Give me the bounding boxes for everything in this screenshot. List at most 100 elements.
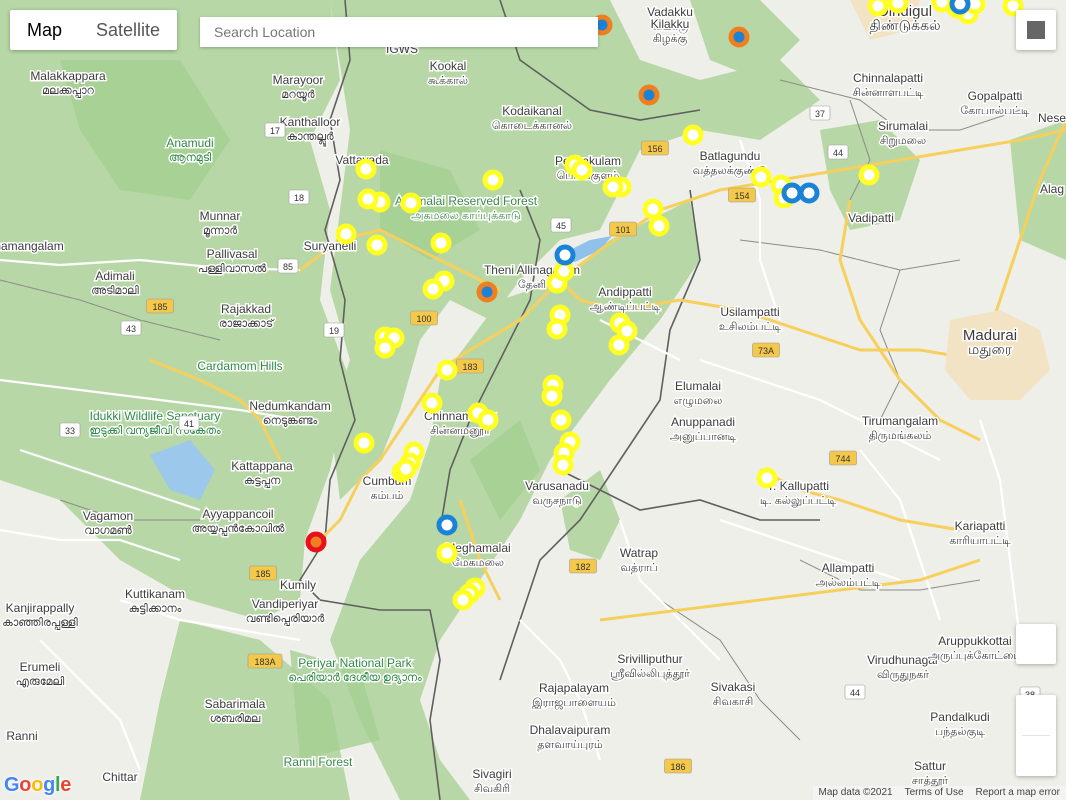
place-label: Pallivasal: [207, 247, 258, 261]
svg-text:154: 154: [734, 191, 749, 201]
place-label: Vagamon: [83, 509, 133, 523]
place-label-native: അയ്യപ്പൻകോവിൽ: [192, 523, 285, 536]
place-label-native: மதுரை: [968, 341, 1013, 358]
google-logo[interactable]: Google: [4, 774, 71, 797]
map-marker-orange[interactable]: [476, 281, 498, 303]
map-marker-yellow[interactable]: [422, 278, 444, 300]
road-shield: 185: [146, 298, 174, 314]
map-marker-yellow[interactable]: [452, 589, 474, 611]
map-marker-blue[interactable]: [554, 244, 576, 266]
map-marker-yellow[interactable]: [477, 409, 499, 431]
map-marker-yellow[interactable]: [642, 198, 664, 220]
place-label: Kariapatti: [955, 519, 1006, 533]
report-map-error-link[interactable]: Report a map error: [970, 786, 1066, 800]
zoom-in-button[interactable]: [1016, 695, 1056, 735]
map-marker-yellow[interactable]: [682, 124, 704, 146]
zoom-out-button[interactable]: [1016, 736, 1056, 776]
map-marker-yellow[interactable]: [750, 166, 772, 188]
map-marker-orange[interactable]: [728, 26, 750, 48]
map-marker-yellow[interactable]: [436, 542, 458, 564]
place-label-native: வத்ராப்: [620, 562, 657, 574]
place-label-native: தளவாய்புரம்: [537, 739, 603, 751]
map-marker-yellow[interactable]: [355, 158, 377, 180]
map-marker-blue[interactable]: [949, 0, 971, 15]
map-marker-yellow[interactable]: [550, 409, 572, 431]
place-label: Usilampatti: [720, 305, 779, 319]
svg-text:183: 183: [462, 362, 477, 372]
street-view-pegman-button[interactable]: [1016, 624, 1056, 664]
map-marker-yellow[interactable]: [648, 215, 670, 237]
place-label-native: கம்பம்: [371, 490, 404, 502]
road-shield: 101: [609, 221, 637, 237]
place-label-native: മൂന്നാർ: [203, 225, 237, 237]
place-label: Adimali: [95, 269, 134, 283]
road-shield: 37: [809, 105, 831, 121]
map-type-satellite-button[interactable]: Satellite: [79, 10, 177, 50]
svg-text:744: 744: [835, 454, 850, 464]
map-marker-yellow[interactable]: [395, 458, 417, 480]
terms-of-use-link[interactable]: Terms of Use: [899, 786, 970, 800]
road-shield: 19: [323, 322, 345, 338]
place-label: Varusanadu: [525, 479, 589, 493]
map-marker-yellow[interactable]: [608, 334, 630, 356]
map-type-map-button[interactable]: Map: [10, 10, 79, 50]
map-marker-yellow[interactable]: [887, 0, 909, 14]
search-location-input[interactable]: [200, 17, 598, 47]
place-label: Periyar National Park: [298, 656, 412, 670]
map-marker-blue[interactable]: [436, 514, 458, 536]
place-label: Kanjirappally: [6, 601, 75, 615]
place-label-native: எழுமலை: [674, 395, 723, 408]
place-label: Tirumangalam: [862, 414, 938, 428]
place-label: Cardamom Hills: [197, 359, 282, 373]
place-label: Ayyappancoil: [202, 507, 273, 521]
map-marker-yellow[interactable]: [421, 392, 443, 414]
map-marker-yellow[interactable]: [366, 234, 388, 256]
map-marker-yellow[interactable]: [482, 169, 504, 191]
map-marker-yellow[interactable]: [430, 232, 452, 254]
place-label: Sirumalai: [878, 119, 928, 133]
map-canvas[interactable]: Dindigul திண்டுக்கல் Malakkappara മലക്കപ്പാ…: [0, 0, 1066, 800]
place-label-native: பந்தல்குடி: [935, 726, 985, 740]
map-marker-blue[interactable]: [798, 182, 820, 204]
fullscreen-button[interactable]: [1016, 10, 1056, 50]
map-marker-yellow[interactable]: [756, 467, 778, 489]
road-shield: 182: [569, 558, 597, 574]
place-label: Elumalai: [675, 379, 721, 393]
map-marker-red[interactable]: [305, 531, 327, 553]
place-label: Aruppukkottai: [938, 634, 1011, 648]
place-label: Batlagundu: [700, 149, 761, 163]
map-marker-yellow[interactable]: [353, 432, 375, 454]
map-marker-yellow[interactable]: [546, 318, 568, 340]
map-marker-yellow[interactable]: [858, 164, 880, 186]
svg-text:85: 85: [283, 262, 293, 272]
place-label-native: மேகமலை: [452, 557, 504, 569]
map-marker-yellow[interactable]: [541, 385, 563, 407]
map-marker-yellow[interactable]: [571, 159, 593, 181]
place-label: Kumily: [280, 578, 316, 592]
place-label-native: கிழக்கு: [653, 33, 688, 47]
map-marker-yellow[interactable]: [335, 223, 357, 245]
place-label: Rajapalayam: [539, 681, 609, 695]
map-marker-yellow[interactable]: [867, 0, 889, 17]
map-marker-yellow[interactable]: [357, 188, 379, 210]
place-label: Pandalkudi: [930, 710, 989, 724]
svg-text:100: 100: [416, 314, 431, 324]
map-marker-yellow[interactable]: [552, 454, 574, 476]
place-label: Alag: [1040, 182, 1064, 196]
place-label: Sivakasi: [711, 680, 756, 694]
svg-text:41: 41: [184, 419, 194, 429]
map-marker-yellow[interactable]: [436, 359, 458, 381]
map-marker-yellow[interactable]: [374, 337, 396, 359]
road-shield: 44: [827, 144, 849, 160]
place-label: Ranni: [6, 729, 37, 743]
map-marker-orange[interactable]: [638, 84, 660, 106]
map-marker-yellow[interactable]: [602, 176, 624, 198]
place-label-native: കട്ടപ്പന: [244, 475, 281, 488]
map-marker-yellow[interactable]: [400, 192, 422, 214]
road-shield: 183A: [247, 653, 283, 669]
place-label: Chittar: [102, 770, 137, 784]
place-label: Idukki Wildlife Sanctuary: [90, 409, 221, 423]
place-label: Watrap: [620, 546, 659, 560]
place-label: Anamangalam: [0, 239, 64, 253]
map-marker-blue[interactable]: [781, 182, 803, 204]
